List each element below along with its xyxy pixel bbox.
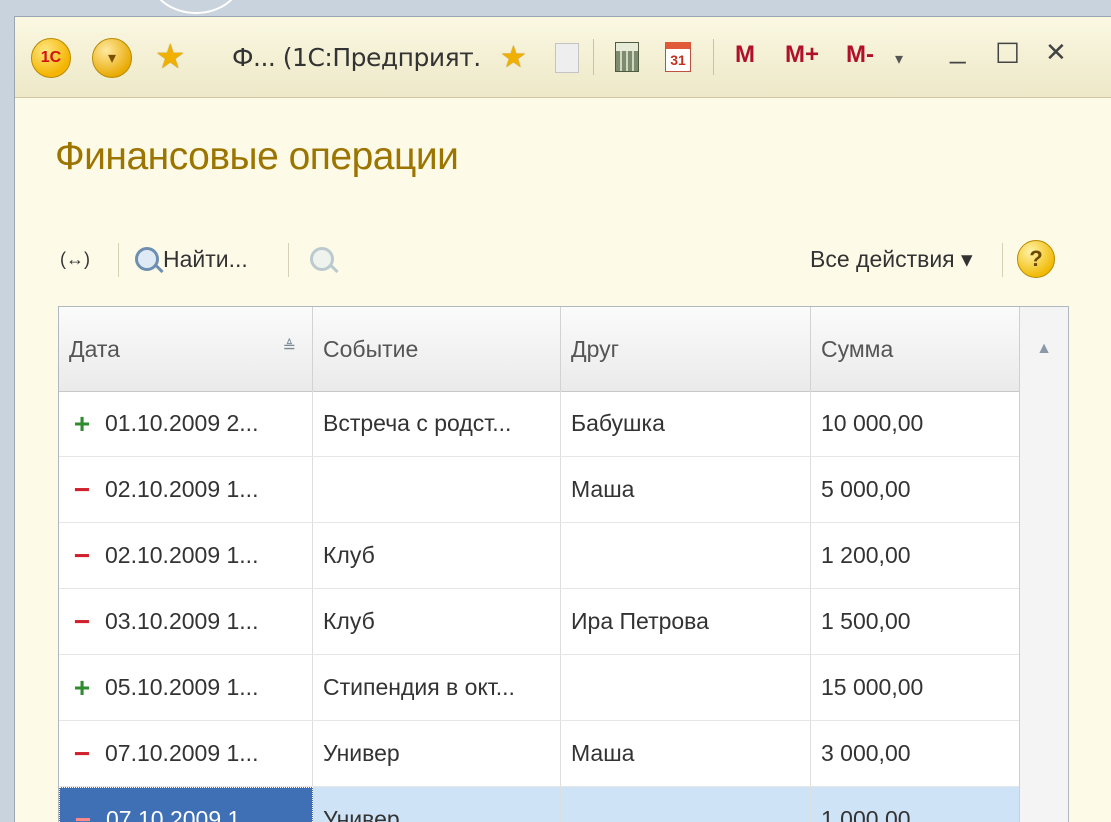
table-row[interactable]: − 07.10.2009 1... Универ Маша 3 000,00 (59, 721, 1021, 787)
scroll-up-icon[interactable]: ▲ (1020, 307, 1068, 391)
event-cell: Универ (313, 787, 561, 822)
column-header-label: Событие (323, 335, 419, 362)
date-cell: + 05.10.2009 1... (59, 655, 313, 720)
expense-icon: − (73, 737, 91, 769)
event-cell: Стипендия в окт... (313, 655, 561, 720)
friend-cell: Маша (561, 721, 811, 786)
window-title: Ф... (1С:Предприят. (232, 42, 481, 72)
background-circle-decoration (150, 0, 242, 14)
date-text: 03.10.2009 1... (105, 608, 259, 634)
amount-cell: 15 000,00 (811, 655, 1021, 720)
table-row[interactable]: + 05.10.2009 1... Стипендия в окт... 15 … (59, 655, 1021, 721)
app-logo-icon[interactable]: 1С (31, 38, 71, 78)
amount-cell: 1 500,00 (811, 589, 1021, 654)
date-text: 05.10.2009 1... (105, 674, 259, 700)
date-text: 01.10.2009 2... (105, 410, 259, 436)
sort-ascending-icon: ≜ (282, 339, 296, 356)
table-row-selected[interactable]: − 07.10.2009 1... Универ 1 000,00 (59, 787, 1021, 822)
amount-cell: 10 000,00 (811, 391, 1021, 456)
table-row[interactable]: − 02.10.2009 1... Маша 5 000,00 (59, 457, 1021, 523)
memory-store-button[interactable]: М (735, 41, 755, 69)
memory-menu-icon[interactable]: ▾ (895, 49, 903, 69)
find-button[interactable]: Найти... (135, 233, 248, 285)
table-header: Дата ≜ Событие Друг Сумма (59, 307, 1068, 392)
amount-cell: 1 000,00 (811, 787, 1021, 822)
date-cell: + 01.10.2009 2... (59, 391, 313, 456)
chevron-down-icon: ▾ (107, 50, 117, 67)
date-text: 02.10.2009 1... (105, 476, 259, 502)
friend-cell: Маша (561, 457, 811, 522)
help-icon: ? (1017, 240, 1055, 278)
calendar-icon[interactable]: 31 (665, 42, 691, 72)
amount-cell: 3 000,00 (811, 721, 1021, 786)
table-row[interactable]: + 01.10.2009 2... Встреча с родст... Баб… (59, 391, 1021, 457)
expense-icon: − (73, 473, 91, 505)
help-button[interactable]: ? (1017, 233, 1055, 285)
column-header-date[interactable]: Дата ≜ (59, 307, 313, 391)
search-icon (135, 247, 159, 271)
event-cell: Встреча с родст... (313, 391, 561, 456)
table-row[interactable]: − 03.10.2009 1... Клуб Ира Петрова 1 500… (59, 589, 1021, 655)
friend-cell (561, 655, 811, 720)
column-header-label: Дата (69, 335, 120, 362)
event-cell: Универ (313, 721, 561, 786)
expand-icon[interactable]: (↔) (60, 233, 90, 285)
document-icon[interactable] (555, 43, 579, 73)
amount-cell: 5 000,00 (811, 457, 1021, 522)
expense-icon: − (73, 539, 91, 571)
column-header-amount[interactable]: Сумма (811, 307, 1021, 391)
event-cell (313, 457, 561, 522)
column-header-event[interactable]: Событие (313, 307, 561, 391)
income-icon: + (73, 671, 91, 703)
friend-cell (561, 787, 811, 822)
date-text: 07.10.2009 1... (106, 806, 260, 822)
calculator-icon[interactable] (615, 42, 639, 72)
minimize-button[interactable]: _ (950, 33, 966, 65)
date-text: 07.10.2009 1... (105, 740, 259, 766)
cancel-search-icon[interactable] (310, 233, 338, 285)
memory-subtract-button[interactable]: М- (846, 41, 874, 69)
column-header-friend[interactable]: Друг (561, 307, 811, 391)
operations-table[interactable]: Дата ≜ Событие Друг Сумма + 01.10.2009 2… (58, 306, 1069, 822)
income-icon: + (73, 407, 91, 439)
add-favorite-icon[interactable]: ★ (500, 37, 527, 77)
app-window: 1С ▾ ★ Ф... (1С:Предприят. ★ 31 М М+ М- … (14, 16, 1111, 822)
column-header-label: Друг (571, 335, 619, 362)
vertical-scrollbar[interactable]: ▲ (1019, 307, 1068, 822)
friend-cell: Ира Петрова (561, 589, 811, 654)
date-cell: − 07.10.2009 1... (59, 721, 313, 786)
column-header-label: Сумма (821, 335, 894, 362)
expense-icon: − (73, 605, 91, 637)
favorites-star-icon[interactable]: ★ (155, 37, 185, 77)
amount-cell: 1 200,00 (811, 523, 1021, 588)
title-bar: 1С ▾ ★ Ф... (1С:Предприят. ★ 31 М М+ М- … (15, 17, 1111, 98)
memory-add-button[interactable]: М+ (785, 41, 819, 69)
all-actions-menu[interactable]: Все действия ▾ (810, 233, 973, 285)
close-button[interactable]: ✕ (1045, 37, 1067, 68)
date-text: 02.10.2009 1... (105, 542, 259, 568)
event-cell: Клуб (313, 589, 561, 654)
friend-cell (561, 523, 811, 588)
main-menu-button[interactable]: ▾ (92, 38, 132, 78)
event-cell: Клуб (313, 523, 561, 588)
command-bar: (↔) Найти... Все действия ▾ ? (55, 233, 1111, 285)
date-cell: − 02.10.2009 1... (59, 523, 313, 588)
friend-cell: Бабушка (561, 391, 811, 456)
table-row[interactable]: − 02.10.2009 1... Клуб 1 200,00 (59, 523, 1021, 589)
form-title: Финансовые операции (55, 135, 459, 178)
date-cell: − 02.10.2009 1... (59, 457, 313, 522)
date-cell: − 07.10.2009 1... (59, 787, 313, 822)
expense-icon: − (74, 803, 92, 822)
maximize-button[interactable]: ☐ (995, 37, 1020, 70)
date-cell: − 03.10.2009 1... (59, 589, 313, 654)
find-button-label: Найти... (163, 245, 248, 272)
